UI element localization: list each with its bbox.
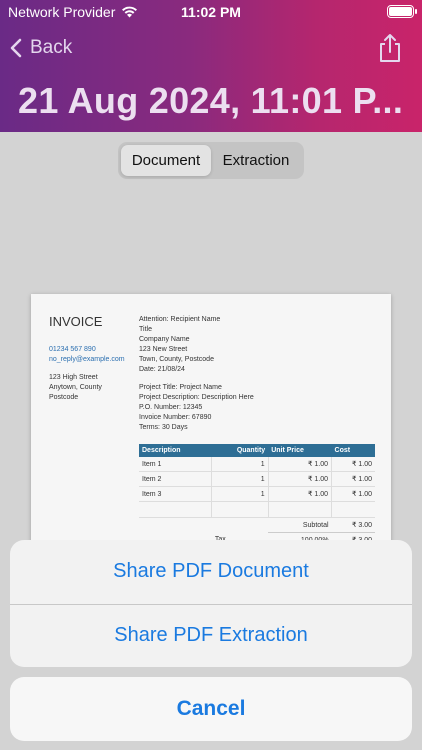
header: Network Provider 11:02 PM Back 21 Aug 20…	[0, 0, 422, 132]
address-line: 123 High Street	[49, 374, 98, 381]
column-header: Quantity	[211, 444, 269, 457]
table-cell: ₹ 1.00	[268, 471, 333, 487]
table-cell: Item 1	[139, 457, 213, 472]
table-row: Item 2 1 ₹ 1.00 ₹ 1.00	[139, 471, 375, 487]
address-line: Postcode	[49, 394, 79, 401]
recipient-line: Date: 21/08/24	[139, 366, 185, 373]
subtotal-value: ₹ 3.00	[331, 517, 375, 533]
table-row: Item 1 1 ₹ 1.00 ₹ 1.00	[139, 457, 375, 472]
table-cell: ₹ 1.00	[268, 457, 333, 472]
back-label: Back	[30, 37, 73, 58]
table-cell: 1	[211, 486, 269, 502]
recipient-line: Town, County, Postcode	[139, 356, 214, 363]
share-icon	[380, 34, 400, 62]
recipient-line: Title	[139, 326, 152, 333]
invoice-preview: INVOICE 01234 567 890 no_reply@example.c…	[31, 294, 391, 554]
table-cell: ₹ 1.00	[268, 486, 333, 502]
table-cell: ₹ 1.00	[331, 486, 375, 502]
project-line: P.O. Number: 12345	[139, 404, 203, 411]
address-line: Anytown, County	[49, 384, 102, 391]
invoice-project: Project Title: Project Name Project Desc…	[139, 383, 254, 433]
table-cell: ₹ 1.00	[331, 457, 375, 472]
table-cell: ₹ 1.00	[331, 471, 375, 487]
invoice-table: Description Quantity Unit Price Cost Ite…	[139, 444, 375, 548]
project-line: Project Title: Project Name	[139, 384, 222, 391]
chevron-left-icon	[10, 38, 22, 58]
recipient-line: Attention: Recipient Name	[139, 316, 221, 323]
battery-icon	[387, 5, 417, 18]
project-line: Invoice Number: 67890	[139, 414, 212, 421]
invoice-phone: 01234 567 890	[49, 346, 96, 353]
column-header: Cost	[331, 444, 375, 457]
status-bar: Network Provider 11:02 PM	[0, 0, 422, 26]
status-time: 11:02 PM	[181, 4, 241, 20]
invoice-details: Attention: Recipient Name Title Company …	[139, 315, 254, 441]
cancel-button[interactable]: Cancel	[10, 677, 412, 741]
recipient-line: Company Name	[139, 336, 190, 343]
invoice-recipient: Attention: Recipient Name Title Company …	[139, 315, 254, 375]
invoice-contact: 01234 567 890 no_reply@example.com	[49, 345, 125, 365]
table-row-blank	[139, 501, 375, 518]
table-cell: Item 3	[139, 486, 213, 502]
subtotal-row: Subtotal ₹ 3.00	[139, 517, 375, 533]
table-cell: Item 2	[139, 471, 213, 487]
invoice-sender-address: 123 High Street Anytown, County Postcode	[49, 373, 102, 403]
share-pdf-extraction-button[interactable]: Share PDF Extraction	[10, 603, 412, 668]
table-row: Item 3 1 ₹ 1.00 ₹ 1.00	[139, 486, 375, 502]
tab-extraction[interactable]: Extraction	[211, 145, 301, 176]
share-button[interactable]	[376, 32, 404, 64]
table-header-row: Description Quantity Unit Price Cost	[139, 444, 375, 457]
column-header: Unit Price	[268, 444, 332, 457]
recipient-line: 123 New Street	[139, 346, 188, 353]
page-title: 21 Aug 2024, 11:01 P...	[18, 80, 404, 121]
tab-document[interactable]: Document	[121, 145, 211, 176]
share-pdf-document-button[interactable]: Share PDF Document	[10, 540, 412, 604]
invoice-email: no_reply@example.com	[49, 356, 125, 363]
table-cell: 1	[211, 457, 269, 472]
column-header: Description	[139, 444, 212, 457]
view-segmented-control[interactable]: Document Extraction	[118, 142, 304, 179]
subtotal-label: Subtotal	[268, 517, 332, 533]
project-line: Project Description: Description Here	[139, 394, 254, 401]
invoice-heading: INVOICE	[49, 314, 103, 329]
share-action-sheet: Share PDF Document Share PDF Extraction	[10, 540, 412, 667]
project-line: Terms: 30 Days	[139, 424, 188, 431]
table-cell: 1	[211, 471, 269, 487]
back-button[interactable]: Back	[10, 34, 72, 62]
